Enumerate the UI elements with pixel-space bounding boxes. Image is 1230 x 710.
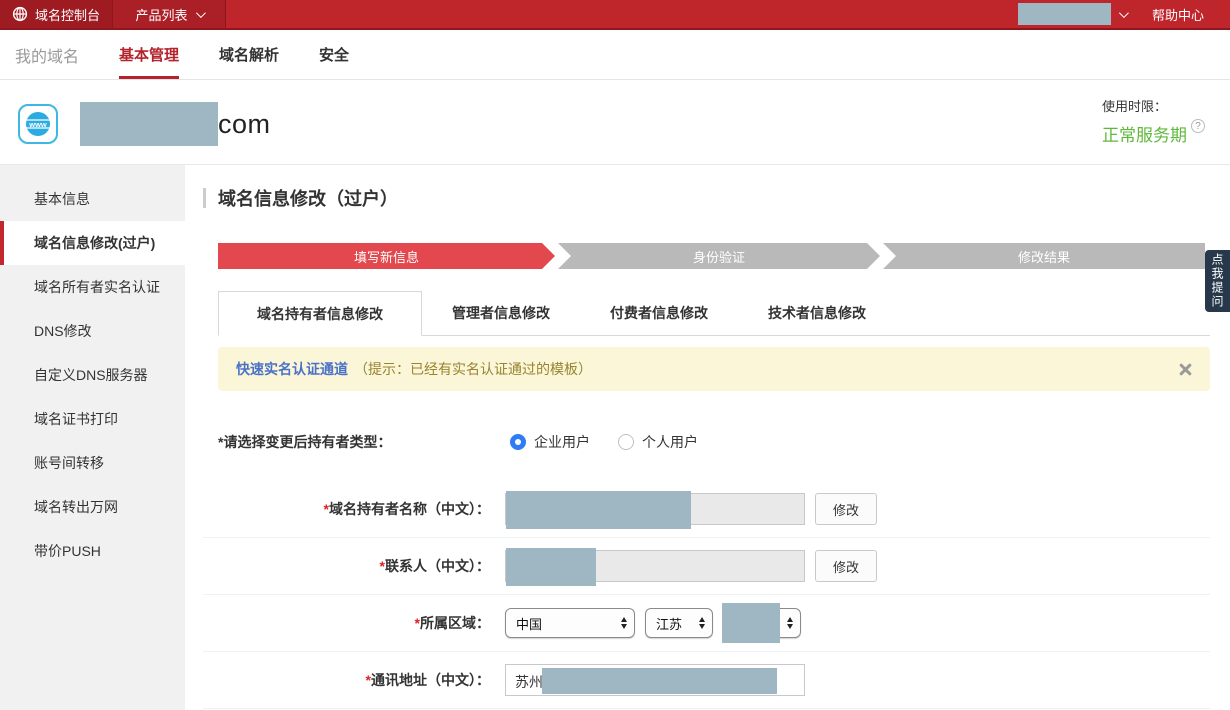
fast-verification-notice: 快速实名认证通道 （提示：已经有实名认证通过的模板） (218, 347, 1210, 391)
country-value: 中国 (516, 616, 543, 632)
main-content: 域名信息修改（过户） 填写新信息 身份验证 修改结果 域名持有者信息修改 管理者… (203, 165, 1210, 710)
usage-period: 使用时限： 正常服务期 ? (1102, 96, 1205, 146)
sidebar-item-basic-info[interactable]: 基本信息 (0, 177, 185, 221)
brand-label: 域名控制台 (35, 7, 101, 23)
contact-redacted (506, 548, 596, 586)
country-select[interactable]: 中国 (505, 608, 635, 638)
select-stepper-icon (699, 617, 705, 629)
address-label: *通讯地址（中文）： (365, 672, 490, 688)
domain-name-redacted (80, 102, 218, 146)
sidebar-item-info-transfer[interactable]: 域名信息修改(过户) (0, 221, 185, 265)
sidebar-item-custom-dns[interactable]: 自定义DNS服务器 (0, 353, 185, 397)
nav-security[interactable]: 安全 (319, 30, 349, 79)
brand-home-link[interactable]: 域名控制台 (0, 0, 112, 28)
tab-billing-info[interactable]: 付费者信息修改 (580, 291, 738, 335)
service-status: 正常服务期 (1102, 126, 1187, 145)
sidebar-item-account-transfer[interactable]: 账号间转移 (0, 441, 185, 485)
radio-personal-label: 个人用户 (642, 434, 698, 450)
address-visible-text: 苏州 (515, 674, 543, 690)
holder-type-row: *请选择变更后持有者类型： 企业用户 个人用户 (203, 423, 1210, 461)
product-list-label: 产品列表 (135, 7, 188, 23)
domain-identity: www com (18, 102, 271, 146)
svg-text:www: www (28, 120, 47, 129)
domain-suffix: com (218, 108, 271, 139)
product-list-menu[interactable]: 产品列表 (112, 0, 226, 28)
select-stepper-icon (621, 617, 627, 629)
modify-holder-name-button[interactable]: 修改 (815, 493, 877, 525)
nav-my-domains[interactable]: 我的域名 (15, 30, 79, 79)
radio-checked-icon[interactable] (510, 434, 526, 450)
nav-basic-management[interactable]: 基本管理 (119, 30, 180, 79)
holder-name-label: *域名持有者名称（中文）： (323, 501, 490, 517)
sidebar-item-push-with-price[interactable]: 带价PUSH (0, 529, 185, 573)
sidebar-item-owner-verification[interactable]: 域名所有者实名认证 (0, 265, 185, 309)
holder-type-options: 企业用户 个人用户 (510, 432, 698, 452)
page-body: 基本信息 域名信息修改(过户) 域名所有者实名认证 DNS修改 自定义DNS服务… (0, 165, 1230, 710)
domain-subnav: 我的域名 基本管理 域名解析 安全 (0, 30, 1230, 80)
contact-row: *联系人（中文）： 修改 (203, 538, 1210, 595)
holder-name-input[interactable] (505, 491, 805, 529)
globe-icon (12, 6, 28, 22)
notice-hint-text: （提示：已经有实名认证通过的模板） (354, 361, 592, 377)
contact-input[interactable] (505, 548, 805, 586)
sidebar-item-transfer-out[interactable]: 域名转出万网 (0, 485, 185, 529)
tab-tech-info[interactable]: 技术者信息修改 (738, 291, 896, 335)
holder-name-row: *域名持有者名称（中文）： 修改 (203, 481, 1210, 538)
page-title: 域名信息修改（过户） (218, 189, 398, 209)
modify-contact-button[interactable]: 修改 (815, 550, 877, 582)
address-row: *通讯地址（中文）： 苏州 (203, 652, 1210, 709)
city-redacted (722, 603, 780, 643)
province-value: 江苏 (656, 616, 683, 632)
select-stepper-icon (787, 617, 793, 629)
domain-header: www com 使用时限： 正常服务期 ? (0, 80, 1230, 165)
section-title-row: 域名信息修改（过户） (203, 185, 1210, 211)
sidebar: 基本信息 域名信息修改(过户) 域名所有者实名认证 DNS修改 自定义DNS服务… (0, 165, 185, 710)
holder-name-redacted (506, 491, 691, 529)
tab-holder-info[interactable]: 域名持有者信息修改 (218, 291, 422, 336)
chevron-down-icon (1118, 7, 1129, 18)
domain-console-page: 域名控制台 产品列表 帮助中心 我的域名 基本管理 域名解析 安全 www co… (0, 0, 1230, 710)
address-redacted (542, 668, 777, 694)
fast-verification-link[interactable]: 快速实名认证通道 (236, 359, 348, 379)
chevron-down-icon (195, 7, 206, 18)
radio-enterprise-user[interactable]: 企业用户 (510, 432, 590, 452)
question-circle-icon[interactable]: ? (1191, 119, 1205, 133)
city-select[interactable] (722, 603, 801, 643)
tab-admin-info[interactable]: 管理者信息修改 (422, 291, 580, 335)
progress-steps: 填写新信息 身份验证 修改结果 (218, 243, 1205, 269)
contact-label: *联系人（中文）： (379, 558, 490, 574)
step-modification-result: 修改结果 (883, 243, 1205, 269)
address-input[interactable]: 苏州 (505, 664, 805, 696)
radio-unchecked-icon[interactable] (618, 434, 634, 450)
info-modify-tabs: 域名持有者信息修改 管理者信息修改 付费者信息修改 技术者信息修改 (218, 291, 1210, 336)
close-icon[interactable] (1178, 362, 1192, 376)
title-accent-bar (203, 188, 206, 208)
holder-type-label: *请选择变更后持有者类型： (218, 434, 392, 450)
nav-dns-resolution[interactable]: 域名解析 (219, 30, 279, 79)
sidebar-item-certificate-print[interactable]: 域名证书打印 (0, 397, 185, 441)
ask-me-feedback-tab[interactable]: 点我提问 (1205, 250, 1230, 312)
region-label: *所属区域： (414, 615, 490, 631)
step-fill-new-info: 填写新信息 (218, 243, 555, 269)
topbar: 域名控制台 产品列表 帮助中心 (0, 0, 1230, 30)
sidebar-item-dns-modify[interactable]: DNS修改 (0, 309, 185, 353)
radio-enterprise-label: 企业用户 (534, 434, 590, 450)
help-center-link[interactable]: 帮助中心 (1140, 0, 1230, 28)
holder-info-form: *请选择变更后持有者类型： 企业用户 个人用户 *域名持有者名称（中文）： 修改… (203, 423, 1210, 710)
username-redacted (1017, 3, 1111, 25)
user-account-menu[interactable] (1017, 0, 1140, 28)
province-select[interactable]: 江苏 (645, 608, 713, 638)
usage-period-label: 使用时限： (1102, 99, 1168, 114)
www-globe-icon: www (18, 104, 58, 144)
step-identity-verification: 身份验证 (558, 243, 880, 269)
radio-personal-user[interactable]: 个人用户 (618, 432, 698, 452)
region-row: *所属区域： 中国 江苏 (203, 595, 1210, 652)
